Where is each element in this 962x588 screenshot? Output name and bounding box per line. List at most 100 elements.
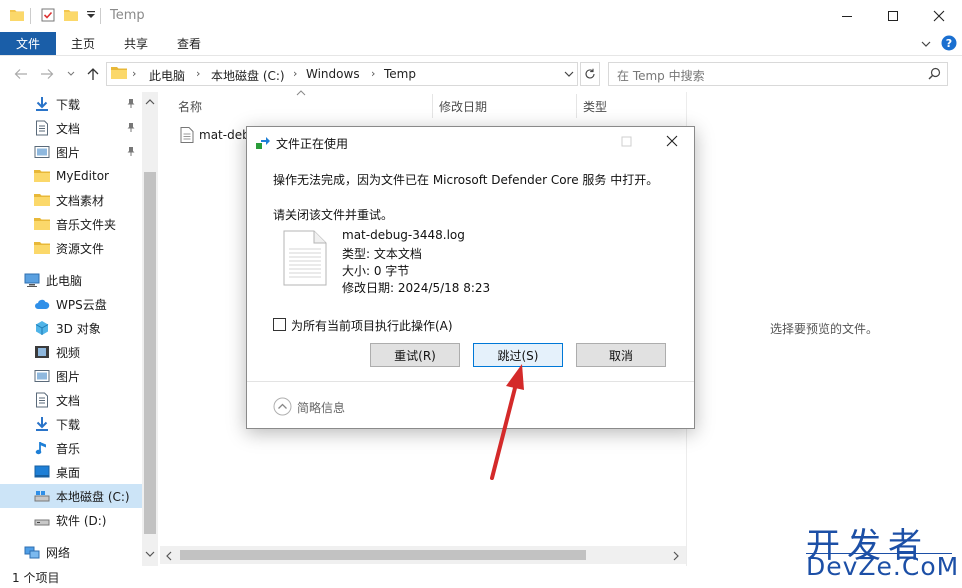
properties-icon[interactable] (41, 8, 55, 22)
collapse-details-icon[interactable] (273, 397, 292, 416)
nav-item-desktop[interactable]: 桌面 (0, 460, 142, 484)
cancel-button[interactable]: 取消 (576, 343, 666, 367)
details-toggle-label[interactable]: 简略信息 (297, 399, 345, 416)
retry-button[interactable]: 重试(R) (370, 343, 460, 367)
expand-ribbon-icon[interactable] (920, 38, 932, 50)
nav-item-label: 视频 (56, 345, 81, 360)
nav-item-music[interactable]: 音乐 (0, 436, 142, 460)
search-placeholder: 在 Temp 中搜索 (617, 69, 705, 83)
scroll-left-icon[interactable] (165, 551, 172, 561)
maximize-button[interactable] (870, 0, 916, 32)
column-header-type[interactable]: 类型 (583, 98, 607, 115)
breadcrumb-temp[interactable]: Temp (384, 67, 416, 81)
breadcrumb-windows[interactable]: Windows (306, 67, 360, 81)
annotation-arrow (480, 360, 540, 484)
nav-item-3d-objects[interactable]: 3D 对象 (0, 316, 142, 340)
nav-item-pictures[interactable]: 图片 (0, 140, 142, 164)
minimize-button[interactable] (824, 0, 870, 32)
nav-item-label: 软件 (D:) (56, 513, 107, 528)
nav-item-label: 桌面 (56, 465, 81, 480)
tab-home[interactable]: 主页 (71, 32, 95, 55)
dialog-maximize-button (603, 126, 649, 156)
nav-item-this-pc[interactable]: 此电脑 (0, 268, 142, 292)
breadcrumb-c-drive[interactable]: 本地磁盘 (C:) (211, 67, 285, 84)
folder-icon (111, 66, 127, 80)
nav-item-label: 音乐 (56, 441, 81, 456)
nav-item-d-drive[interactable]: 软件 (D:) (0, 508, 142, 532)
file-move-icon (256, 137, 270, 151)
cube-icon (35, 321, 49, 335)
dialog-close-button[interactable] (649, 126, 694, 156)
nav-item-videos[interactable]: 视频 (0, 340, 142, 364)
nav-scroll-thumb[interactable] (144, 172, 156, 534)
customize-qa-icon[interactable] (86, 10, 96, 20)
close-icon (666, 135, 677, 147)
recent-locations-icon[interactable] (67, 71, 75, 77)
nav-item-label: 本地磁盘 (C:) (56, 489, 130, 504)
nav-item-documents[interactable]: 文档 (0, 116, 142, 140)
new-folder-icon[interactable] (64, 8, 78, 22)
chevron-right-icon: › (132, 67, 137, 80)
scroll-right-icon[interactable] (673, 551, 680, 561)
watermark-site: DevZe.CoM (806, 552, 960, 581)
nav-item-label: 网络 (46, 545, 71, 560)
nav-item-music-folder[interactable]: 音乐文件夹 (0, 212, 142, 236)
pin-icon[interactable] (126, 122, 136, 132)
dialog-footer-divider (247, 381, 694, 382)
dialog-message: 操作无法完成，因为文件已在 Microsoft Defender Core 服务… (273, 173, 659, 187)
search-icon[interactable] (928, 67, 941, 80)
column-header-date[interactable]: 修改日期 (439, 98, 487, 115)
forward-icon[interactable] (40, 68, 54, 80)
network-icon (24, 546, 40, 559)
nav-item-label: 音乐文件夹 (56, 217, 117, 232)
nav-item-doc-materials[interactable]: 文档素材 (0, 188, 142, 212)
window-title: Temp (110, 8, 145, 23)
help-icon[interactable]: ? (941, 35, 957, 51)
nav-item-label: 资源文件 (56, 241, 105, 256)
column-divider[interactable] (432, 94, 433, 118)
column-divider[interactable] (576, 94, 577, 118)
nav-item-network[interactable]: 网络 (0, 540, 142, 564)
drive-icon (34, 491, 50, 502)
close-button[interactable] (916, 0, 962, 32)
nav-item-label: 文档素材 (56, 193, 105, 208)
refresh-button[interactable] (580, 62, 600, 86)
folder-icon (34, 194, 50, 206)
back-icon[interactable] (14, 68, 28, 80)
tab-share[interactable]: 共享 (124, 32, 148, 55)
tab-file[interactable]: 文件 (0, 32, 56, 55)
nav-item-documents-pc[interactable]: 文档 (0, 388, 142, 412)
nav-item-downloads[interactable]: 下载 (0, 92, 142, 116)
address-history-icon[interactable] (564, 71, 574, 78)
desktop-icon (34, 465, 50, 478)
download-icon (36, 417, 48, 431)
nav-item-pictures-pc[interactable]: 图片 (0, 364, 142, 388)
cloud-icon (35, 299, 50, 309)
picture-icon (34, 146, 50, 158)
nav-item-c-drive[interactable]: 本地磁盘 (C:) (0, 484, 142, 508)
nav-item-myeditor[interactable]: MyEditor (0, 164, 142, 188)
apply-all-checkbox[interactable] (273, 318, 286, 331)
scroll-down-icon[interactable] (145, 551, 155, 558)
up-icon[interactable] (86, 67, 100, 81)
large-file-icon (283, 230, 327, 286)
file-type: 类型: 文本文档 (342, 247, 422, 261)
music-icon (35, 442, 46, 455)
apply-all-label[interactable]: 为所有当前项目执行此操作(A) (291, 317, 453, 334)
qa-divider (100, 8, 101, 24)
breadcrumb-this-pc[interactable]: 此电脑 (149, 67, 185, 84)
nav-item-label: 3D 对象 (56, 321, 101, 336)
nav-item-downloads-pc[interactable]: 下载 (0, 412, 142, 436)
preview-message: 选择要预览的文件。 (769, 322, 878, 336)
nav-item-label: 下载 (56, 417, 81, 432)
scroll-up-icon[interactable] (145, 98, 155, 105)
nav-item-wps-cloud[interactable]: WPS云盘 (0, 292, 142, 316)
nav-item-label: 下载 (56, 97, 81, 112)
pin-icon[interactable] (126, 146, 136, 156)
column-header-name[interactable]: 名称 (178, 98, 202, 115)
pin-icon[interactable] (126, 98, 136, 108)
tab-view[interactable]: 查看 (177, 32, 201, 55)
download-icon (36, 97, 48, 111)
content-hscroll-thumb[interactable] (180, 550, 586, 560)
nav-item-resources[interactable]: 资源文件 (0, 236, 142, 260)
